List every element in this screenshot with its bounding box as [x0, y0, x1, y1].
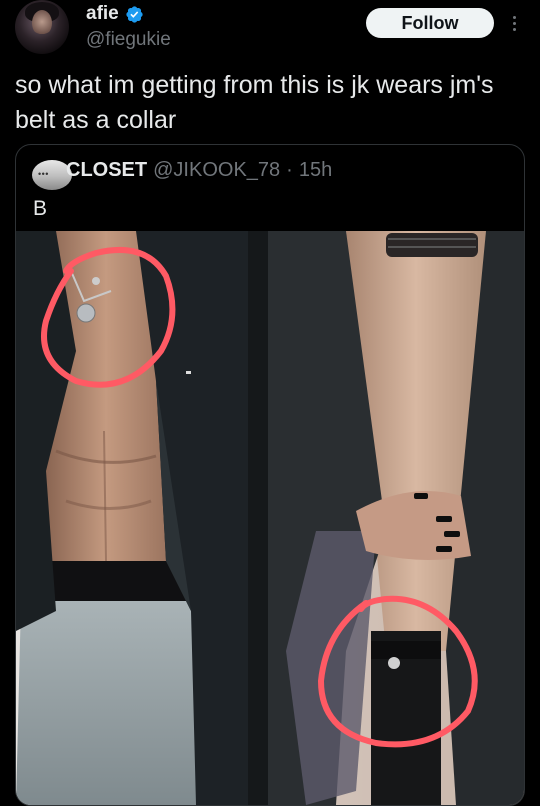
- quoted-media[interactable]: [16, 231, 524, 805]
- quoted-text: B: [33, 197, 48, 220]
- quoted-tweet[interactable]: CLOSET @JIKOOK_78 · 15h B: [15, 144, 525, 806]
- photo-right[interactable]: [268, 231, 524, 805]
- more-vertical-icon[interactable]: [507, 8, 521, 38]
- quoted-time: 15h: [298, 159, 333, 181]
- photo-left[interactable]: [16, 231, 248, 805]
- quoted-handle: @JIKOOK_78: [153, 159, 281, 181]
- author-name-row: afie: [86, 2, 144, 26]
- follow-button[interactable]: Follow: [366, 8, 494, 38]
- author-avatar[interactable]: [15, 0, 69, 54]
- quoted-separator: ·: [286, 159, 293, 181]
- avatar-face: [32, 10, 52, 36]
- quoted-display-name: CLOSET: [66, 159, 148, 181]
- quoted-header: CLOSET @JIKOOK_78 · 15h: [66, 159, 332, 182]
- verified-badge-icon: [126, 5, 143, 23]
- author-display-name[interactable]: afie: [86, 3, 119, 25]
- tweet-text: so what im getting from this is jk wears…: [15, 71, 494, 134]
- author-handle[interactable]: @fiegukie: [86, 29, 171, 51]
